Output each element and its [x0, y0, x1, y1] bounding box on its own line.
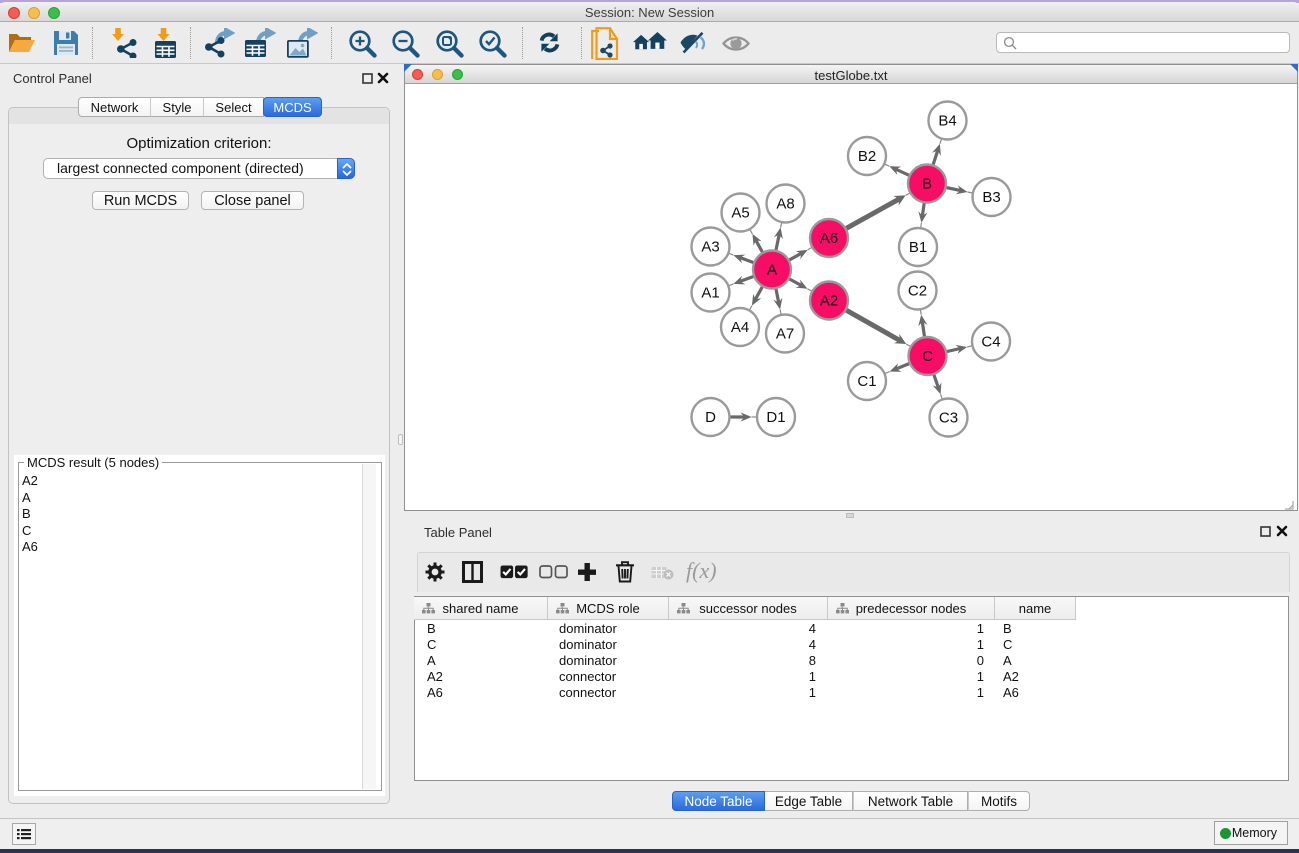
svg-text:D1: D1 [766, 409, 785, 426]
svg-text:A2: A2 [820, 293, 838, 310]
svg-text:A6: A6 [820, 230, 838, 247]
svg-text:C3: C3 [939, 410, 958, 427]
svg-text:A3: A3 [701, 239, 719, 256]
svg-text:A5: A5 [731, 205, 749, 222]
svg-text:C2: C2 [908, 283, 927, 300]
svg-text:B4: B4 [938, 113, 956, 130]
svg-text:D: D [705, 409, 716, 426]
svg-text:A4: A4 [731, 319, 749, 336]
svg-text:C4: C4 [981, 334, 1000, 351]
svg-text:A8: A8 [776, 196, 794, 213]
svg-text:A7: A7 [776, 326, 794, 343]
svg-text:B3: B3 [982, 189, 1000, 206]
svg-text:A: A [767, 262, 777, 279]
svg-text:C1: C1 [857, 373, 876, 390]
svg-text:B2: B2 [858, 148, 876, 165]
svg-text:B1: B1 [909, 239, 927, 256]
svg-text:A1: A1 [701, 285, 719, 302]
svg-text:B: B [922, 176, 932, 193]
svg-text:C: C [922, 348, 933, 365]
